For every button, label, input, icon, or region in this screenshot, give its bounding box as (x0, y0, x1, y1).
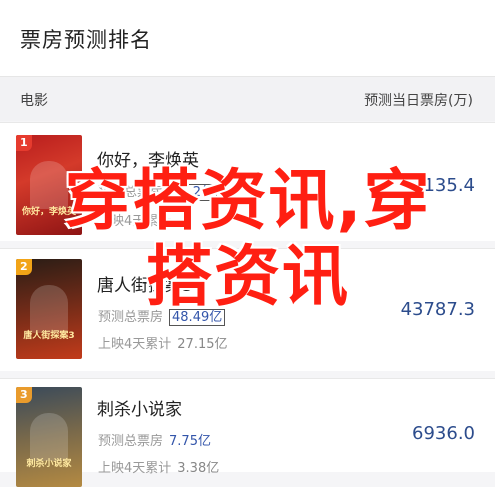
movie-name[interactable]: 你好，李焕英 (97, 146, 199, 171)
daily-forecast-value: 46135.4 (400, 175, 475, 196)
poster-figure (30, 161, 68, 209)
movie-poster[interactable]: 刺杀小说家 3 (16, 387, 82, 487)
forecast-total-label: 预测总票房 (98, 185, 164, 200)
daily-forecast-value: 6936.0 (412, 423, 475, 444)
forecast-total-label: 预测总票房 (98, 310, 164, 325)
movie-row[interactable]: 你好，李焕英 1 你好，李焕英 预测总票房 45.2亿 上映4天累计 46135.… (0, 122, 495, 241)
movie-poster[interactable]: 你好，李焕英 1 (16, 135, 82, 235)
page-title: 票房预测排名 (20, 28, 152, 52)
column-forecast-label: 预测当日票房(万) (364, 93, 473, 109)
cumulative-label: 上映4天累计 (98, 214, 172, 229)
column-header: 电影 预测当日票房(万) (0, 77, 495, 121)
forecast-total-value: 7.75亿 (169, 434, 211, 449)
forecast-total-value: 48.49亿 (169, 309, 226, 326)
cumulative-value: 27.15亿 (177, 337, 228, 352)
poster-title: 刺杀小说家 (26, 459, 72, 469)
cumulative-box-office: 上映4天累计 27.15亿 (98, 333, 228, 352)
cumulative-label: 上映4天累计 (98, 461, 172, 476)
movie-name[interactable]: 唐人街探案3 (97, 271, 193, 296)
column-movie-label: 电影 (20, 93, 48, 109)
movie-name[interactable]: 刺杀小说家 (97, 395, 182, 420)
poster-title: 你好，李焕英 (21, 207, 76, 217)
cumulative-box-office: 上映4天累计 3.38亿 (98, 457, 219, 476)
poster-figure (30, 285, 68, 333)
rank-badge: 3 (16, 387, 32, 403)
forecast-total: 预测总票房 45.2亿 (98, 181, 217, 201)
cumulative-box-office: 上映4天累计 (98, 210, 177, 229)
header-bar: 票房预测排名 (0, 0, 495, 77)
cumulative-label: 上映4天累计 (98, 337, 172, 352)
rank-badge: 2 (16, 259, 32, 275)
movie-poster[interactable]: 唐人街探案3 2 (16, 259, 82, 359)
forecast-total: 预测总票房 7.75亿 (98, 430, 211, 449)
movie-row[interactable]: 刺杀小说家 3 刺杀小说家 预测总票房 7.75亿 上映4天累计 3.38亿 693… (0, 378, 495, 487)
forecast-total-label: 预测总票房 (98, 434, 164, 449)
poster-figure (30, 413, 68, 461)
daily-forecast-value: 43787.3 (400, 299, 475, 320)
poster-title: 唐人街探案3 (23, 331, 75, 341)
movie-row[interactable]: 唐人街探案3 2 唐人街探案3 预测总票房 48.49亿 上映4天累计 27.15亿… (0, 248, 495, 371)
rank-badge: 1 (16, 135, 32, 151)
forecast-total: 预测总票房 48.49亿 (98, 306, 226, 326)
cumulative-value: 3.38亿 (177, 461, 220, 476)
forecast-total-value: 45.2亿 (169, 184, 217, 201)
